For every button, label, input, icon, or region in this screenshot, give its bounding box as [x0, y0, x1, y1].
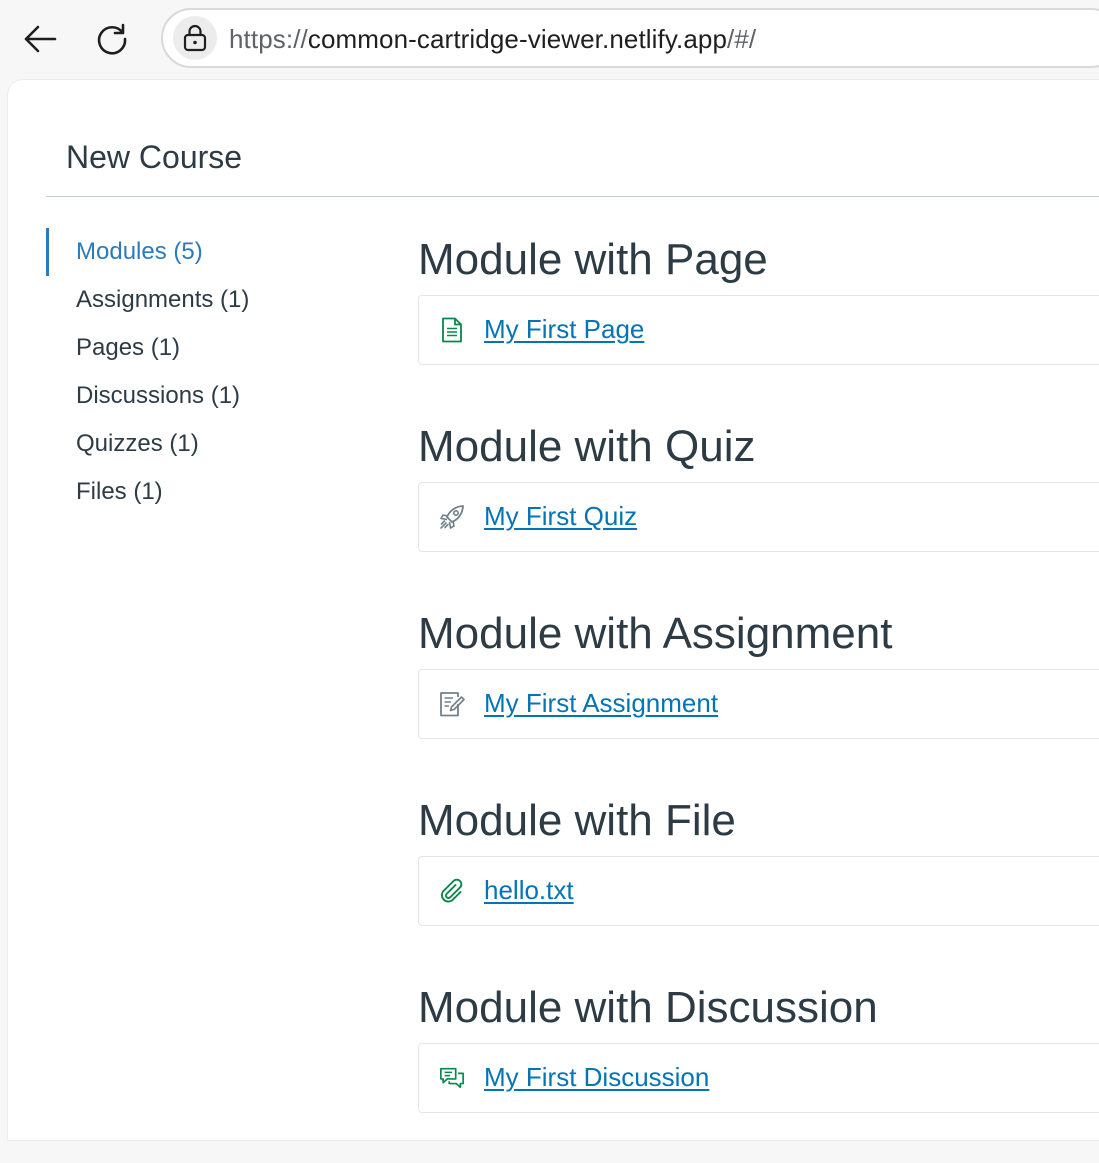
url-protocol: https:// — [229, 24, 308, 54]
item-link-my-first-page[interactable]: My First Page — [484, 312, 644, 346]
module-item: hello.txt — [418, 856, 1099, 926]
sidebar-item-discussions[interactable]: Discussions (1) — [46, 372, 366, 420]
module-with-assignment: Module with Assignment My First Assignme… — [418, 602, 1099, 789]
module-item: My First Quiz — [418, 482, 1099, 552]
module-with-discussion: Module with Discussion My First Discussi… — [418, 976, 1099, 1163]
module-title: Module with File — [418, 796, 736, 845]
sidebar-item-pages[interactable]: Pages (1) — [46, 324, 366, 372]
back-arrow-icon — [24, 25, 57, 53]
url-path: /#/ — [727, 24, 757, 54]
url-text[interactable]: https://common-cartridge-viewer.netlify.… — [229, 24, 756, 54]
module-with-page: Module with Page My First Page — [418, 228, 1099, 415]
browser-toolbar: https://common-cartridge-viewer.netlify.… — [0, 0, 1099, 80]
reload-icon — [97, 23, 127, 55]
url-host: common-cartridge-viewer.netlify.app — [307, 24, 728, 54]
sidebar-item-modules[interactable]: Modules (5) — [46, 228, 366, 276]
item-link-my-first-quiz[interactable]: My First Quiz — [484, 499, 637, 533]
module-item: My First Discussion — [418, 1043, 1099, 1113]
course-title: New Course — [66, 139, 243, 175]
site-info-button[interactable] — [173, 16, 217, 60]
discussion-icon — [439, 1065, 465, 1091]
back-button[interactable] — [18, 17, 62, 61]
module-item: My First Assignment — [418, 669, 1099, 739]
item-link-my-first-assignment[interactable]: My First Assignment — [484, 686, 718, 720]
module-title: Module with Assignment — [418, 609, 893, 658]
paperclip-icon — [439, 878, 465, 904]
item-link-hello-txt[interactable]: hello.txt — [484, 873, 574, 907]
module-title: Module with Page — [418, 235, 768, 284]
sidebar-item-files[interactable]: Files (1) — [46, 468, 366, 516]
module-title: Module with Discussion — [418, 983, 878, 1032]
modules-list: Module with Page My First Page Module wi… — [418, 228, 1099, 1163]
module-item: My First Page — [418, 295, 1099, 365]
header-divider — [46, 196, 1099, 197]
address-bar[interactable]: https://common-cartridge-viewer.netlify.… — [161, 8, 1099, 68]
course-navigation: Modules (5) Assignments (1) Pages (1) Di… — [46, 228, 366, 516]
lock-icon — [183, 24, 207, 52]
sidebar-item-assignments[interactable]: Assignments (1) — [46, 276, 366, 324]
reload-button[interactable] — [90, 17, 134, 61]
module-with-quiz: Module with Quiz My First Quiz — [418, 415, 1099, 602]
page-icon — [439, 317, 465, 343]
item-link-my-first-discussion[interactable]: My First Discussion — [484, 1060, 709, 1094]
page-content: New Course Modules (5) Assignments (1) P… — [8, 80, 1099, 1140]
sidebar-item-quizzes[interactable]: Quizzes (1) — [46, 420, 366, 468]
rocket-quiz-icon — [439, 504, 465, 530]
module-with-file: Module with File hello.txt — [418, 789, 1099, 976]
assignment-icon — [439, 691, 465, 717]
module-title: Module with Quiz — [418, 422, 756, 471]
